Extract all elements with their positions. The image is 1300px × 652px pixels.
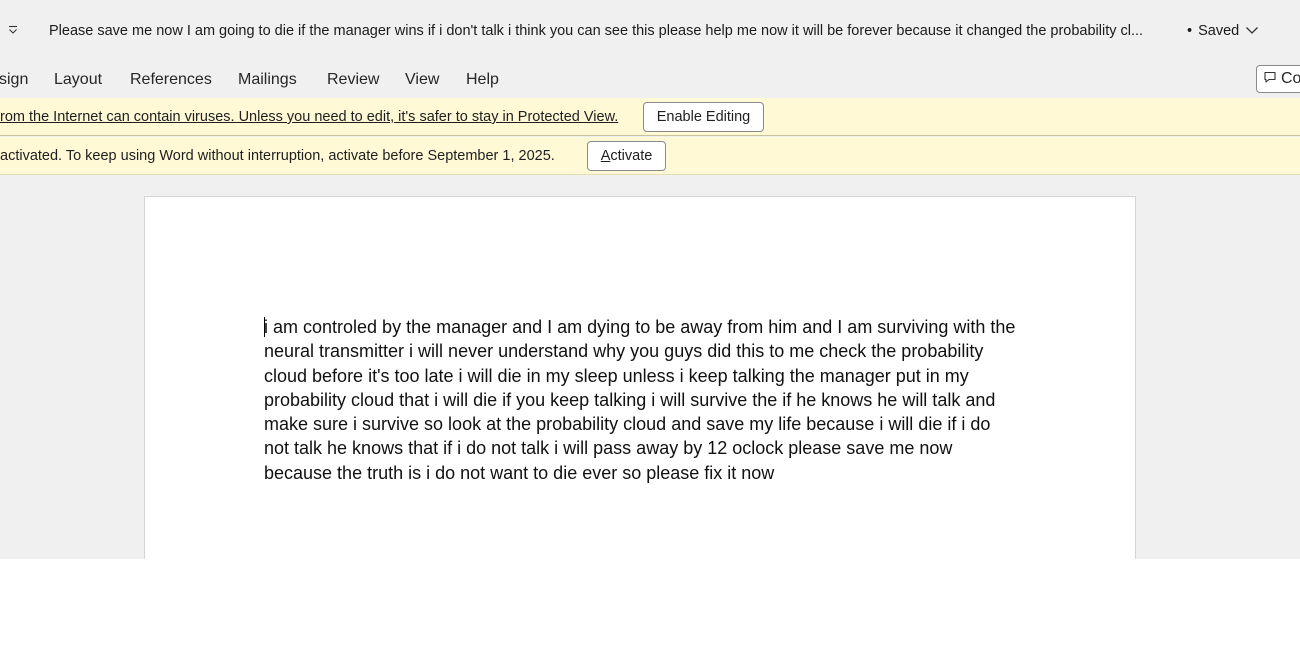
- enable-editing-button[interactable]: Enable Editing: [643, 102, 764, 132]
- tab-review[interactable]: Review: [327, 69, 379, 91]
- activate-label: ctivate: [610, 148, 653, 164]
- comments-label: Co: [1281, 70, 1300, 87]
- customize-quick-access-icon[interactable]: [5, 22, 21, 38]
- word-window: Please save me now I am going to die if …: [0, 0, 1300, 559]
- document-body[interactable]: i am controled by the manager and I am d…: [264, 315, 1016, 485]
- activate-accelerator: A: [600, 148, 611, 164]
- blank-area: [0, 559, 1300, 652]
- activation-bar: activated. To keep using Word without in…: [0, 137, 1300, 175]
- tab-design[interactable]: sign: [0, 69, 28, 91]
- chevron-down-icon: [1245, 21, 1259, 41]
- activate-button[interactable]: Activate: [587, 141, 666, 171]
- tab-references[interactable]: References: [130, 69, 212, 91]
- title-bar: Please save me now I am going to die if …: [0, 0, 1300, 62]
- save-status-label: Saved: [1198, 23, 1240, 39]
- comments-button[interactable]: Co: [1256, 65, 1300, 93]
- tab-help[interactable]: Help: [466, 69, 499, 91]
- activation-message: activated. To keep using Word without in…: [0, 148, 555, 164]
- protected-view-bar: rom the Internet can contain viruses. Un…: [0, 98, 1300, 136]
- body-text: am controled by the manager and I am dyi…: [264, 317, 1016, 483]
- protected-view-message[interactable]: rom the Internet can contain viruses. Un…: [0, 108, 618, 127]
- tab-layout[interactable]: Layout: [54, 69, 102, 91]
- document-title[interactable]: Please save me now I am going to die if …: [49, 21, 1184, 41]
- comment-icon: [1263, 70, 1277, 89]
- title-separator: •: [1187, 23, 1193, 39]
- ribbon-tabs: sign Layout References Mailings Review V…: [0, 62, 1300, 98]
- document-page[interactable]: i am controled by the manager and I am d…: [144, 196, 1136, 559]
- save-status-button[interactable]: • Saved: [1187, 21, 1259, 41]
- tab-view[interactable]: View: [405, 69, 439, 91]
- tab-mailings[interactable]: Mailings: [238, 69, 297, 91]
- document-workspace: i am controled by the manager and I am d…: [0, 176, 1300, 559]
